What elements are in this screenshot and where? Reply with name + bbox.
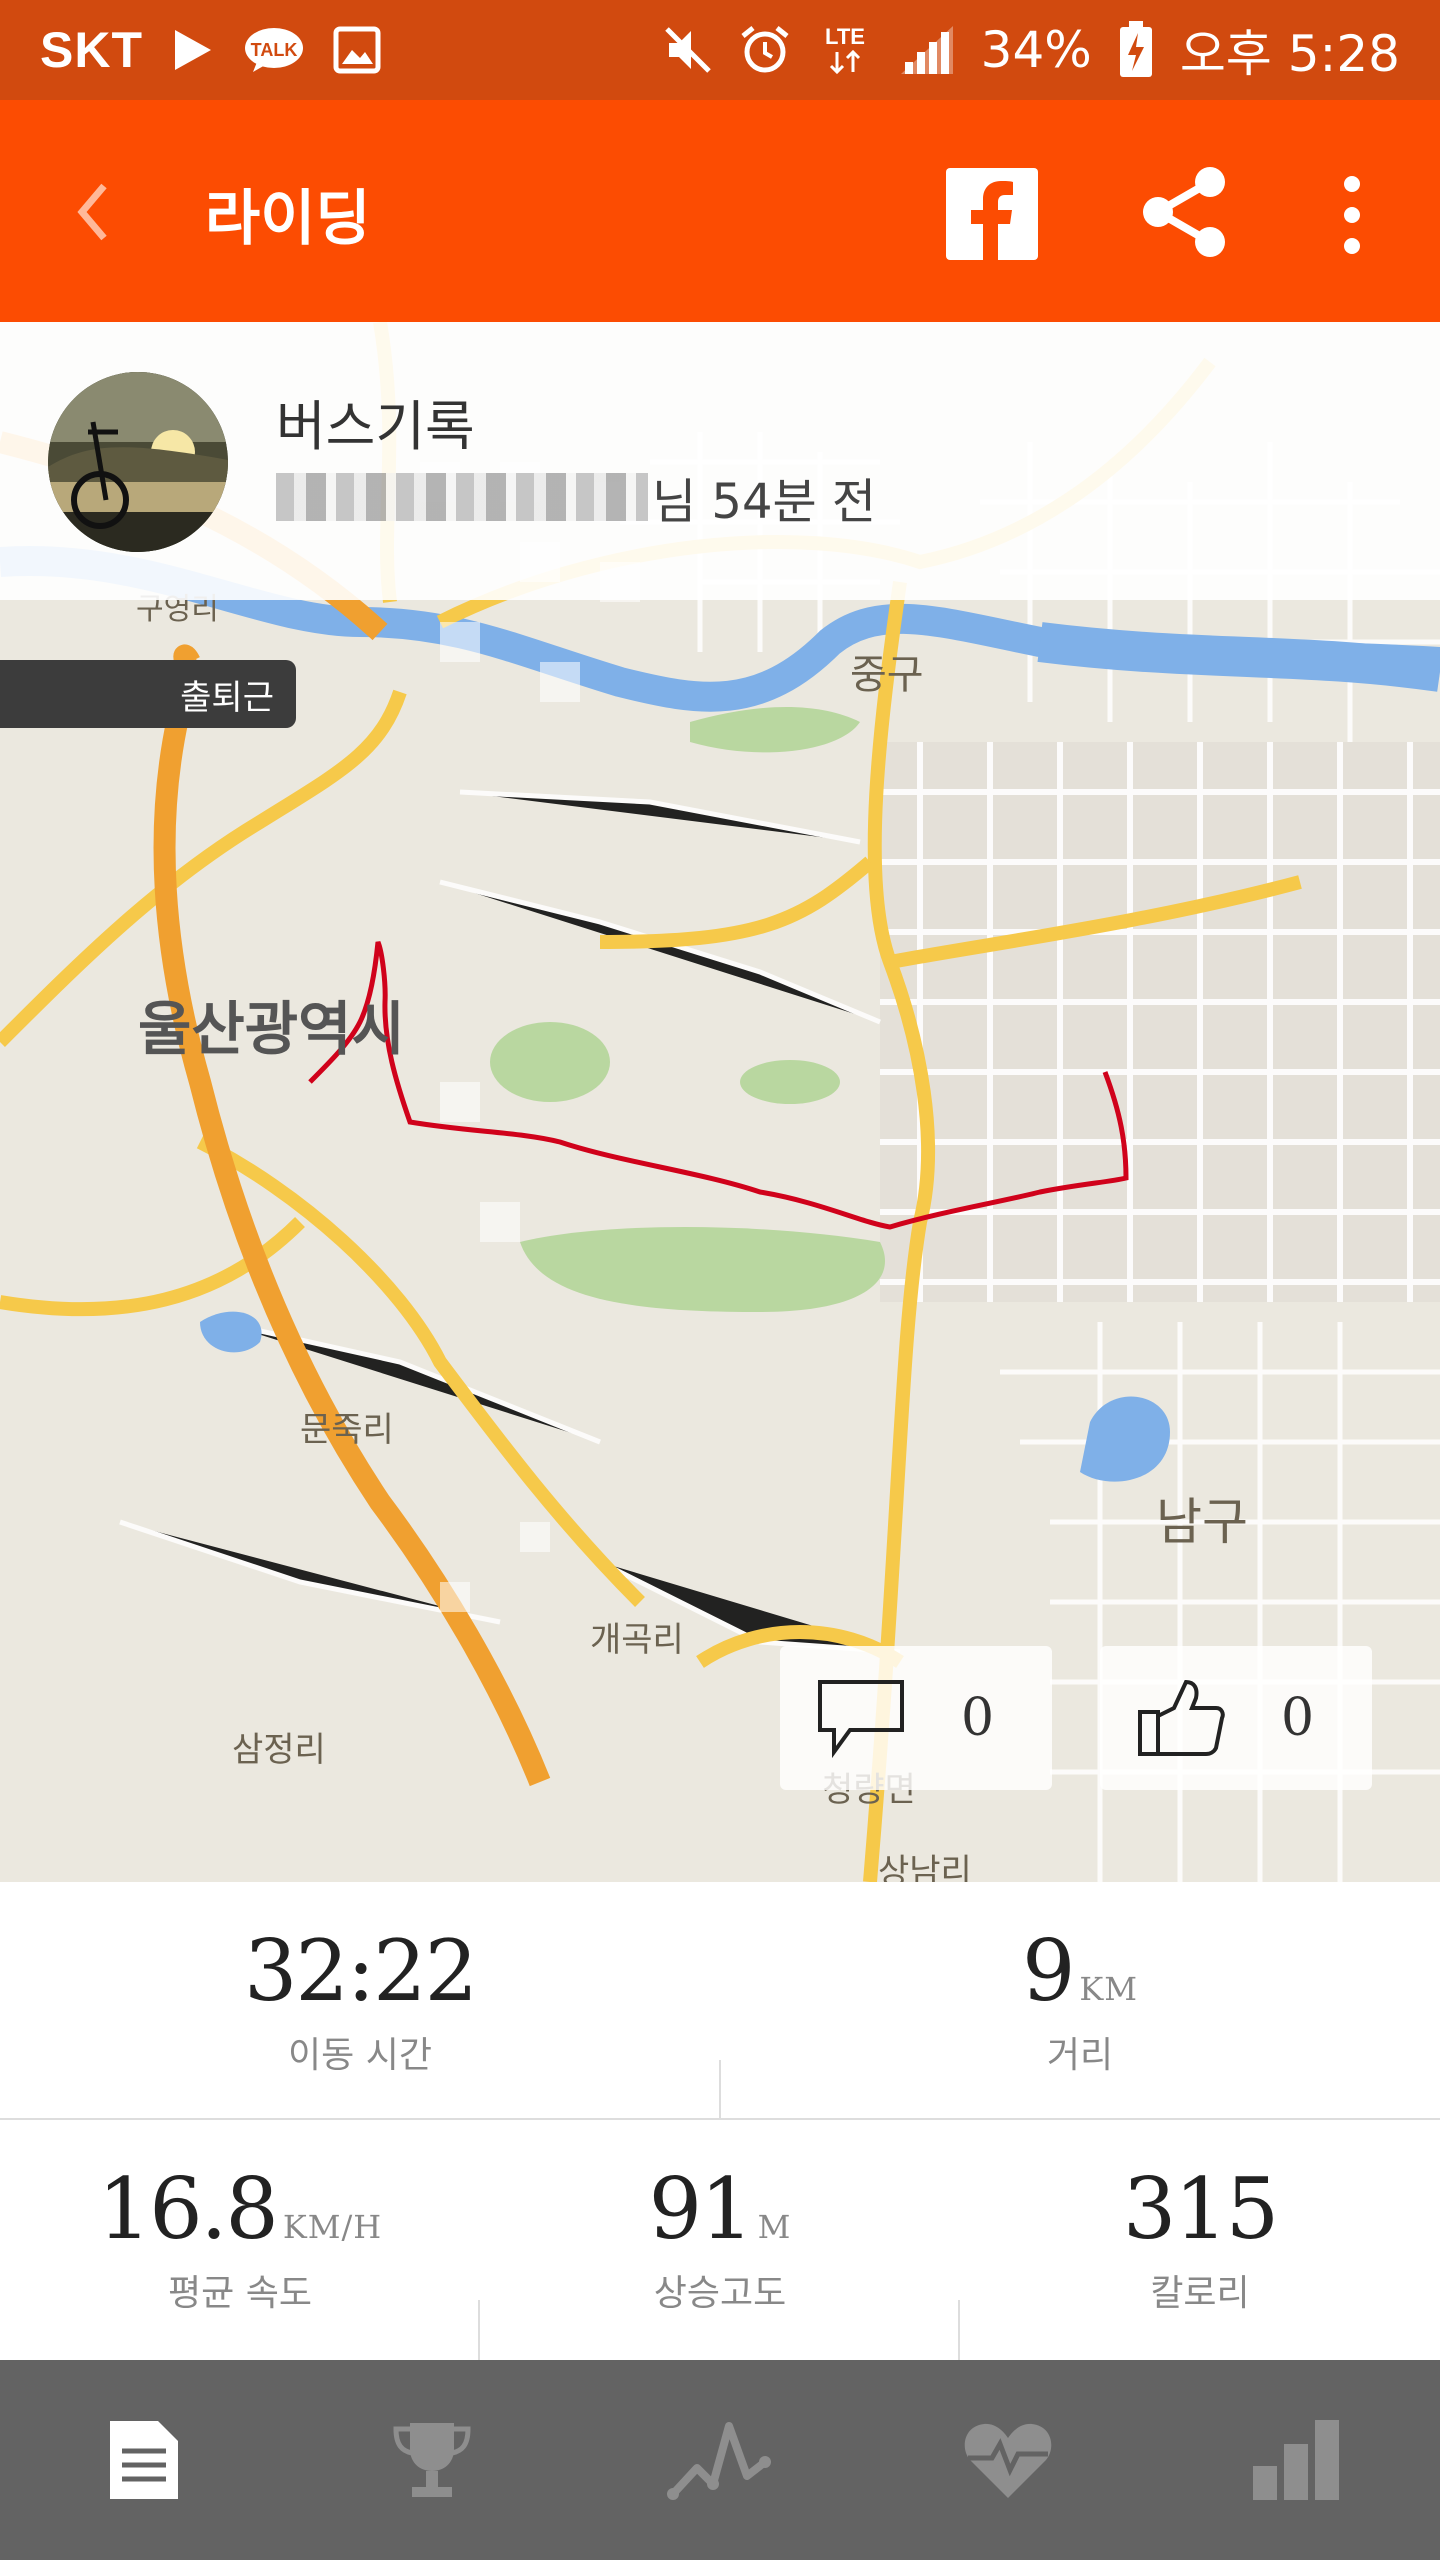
stats-divider (719, 2060, 721, 2118)
talk-text: TALK (251, 40, 298, 60)
comment-count: 0 (961, 1688, 995, 1748)
commute-tag: 출퇴근 (0, 660, 296, 728)
elevation-value: 91 (648, 2160, 754, 2258)
stat-elevation: 91 M 상승고도 (500, 2160, 940, 2316)
calories-value: 315 (1122, 2160, 1279, 2258)
stat-avg-speed: 16.8 KM/H 평균 속도 (20, 2160, 460, 2316)
moving-time-value: 32:22 (243, 1922, 478, 2020)
comment-icon (818, 1680, 904, 1758)
athlete-suffix: 님 54분 전 (652, 474, 877, 530)
gallery-icon (333, 26, 381, 74)
distance-value: 9 (1021, 1922, 1075, 2020)
signal-icon (900, 26, 953, 74)
distance-label: 거리 (1046, 2035, 1114, 2076)
alarm-icon (741, 26, 789, 73)
elevation-label: 상승고도 (653, 2273, 787, 2314)
mute-icon (664, 27, 711, 73)
calories-label: 칼로리 (1150, 2273, 1250, 2314)
stats-panel: 32:22 이동 시간 9 KM 거리 16.8 KM/H 평균 속도 91 M 상승… (0, 1882, 1440, 2360)
avg-speed-unit: KM/H (282, 2208, 383, 2246)
map-label-sangnam: 상남리 (878, 1852, 972, 1882)
status-bar: SKT TALK LTE 34% 오후 5:28 (0, 0, 1440, 100)
lte-text: LTE (825, 24, 865, 49)
thumbs-up-icon (1138, 1679, 1225, 1756)
map-label-samjeong: 삼정리 (232, 1730, 326, 1770)
clock: 오후 5:28 (1179, 25, 1400, 83)
map-label-namgu: 남구 (1156, 1493, 1248, 1551)
map-label-munjuk: 문죽리 (300, 1410, 394, 1450)
kakaotalk-icon: TALK (245, 28, 303, 72)
avatar-image (48, 372, 228, 552)
avg-speed-label: 평균 속도 (168, 2273, 312, 2314)
stats-divider (958, 2300, 960, 2360)
splits-icon (1253, 2420, 1339, 2500)
analysis-icon (667, 2422, 771, 2500)
more-options-button[interactable] (1330, 170, 1374, 260)
comments-button[interactable]: 0 (780, 1646, 1052, 1790)
play-store-icon (175, 30, 211, 70)
moving-time-label: 이동 시간 (288, 2035, 432, 2076)
battery-percent: 34% (980, 21, 1092, 79)
tab-overview[interactable] (0, 2360, 288, 2560)
heart-rate-icon (964, 2423, 1052, 2498)
stat-distance: 9 KM 거리 (840, 1922, 1320, 2078)
kudos-button[interactable]: 0 (1100, 1646, 1372, 1790)
stats-divider (0, 2118, 1440, 2120)
facebook-icon (971, 181, 1013, 260)
facebook-button[interactable] (946, 168, 1038, 260)
more-vert-icon (1344, 176, 1360, 254)
lte-icon: LTE (825, 24, 865, 75)
activity-header: 버스기록 님 54분 전 (0, 322, 1440, 600)
athlete-name-blurred (276, 473, 648, 521)
elevation-unit: M (757, 2208, 792, 2246)
activity-screen: SKT TALK LTE 34% 오후 5:28 라이딩 중구 울산광역시 문죽… (0, 0, 1440, 2560)
stat-moving-time: 32:22 이동 시간 (120, 1922, 600, 2078)
share-button[interactable] (1134, 162, 1234, 262)
commute-tag-label: 출퇴근 (180, 677, 274, 718)
app-bar: 라이딩 (0, 100, 1440, 322)
overview-icon (110, 2421, 178, 2499)
avatar[interactable] (48, 372, 228, 552)
back-icon (77, 183, 107, 241)
carrier-label: SKT (40, 22, 143, 78)
tab-achievements[interactable] (288, 2360, 576, 2560)
tab-heart-rate[interactable] (864, 2360, 1152, 2560)
page-title: 라이딩 (205, 184, 371, 254)
tab-analysis[interactable] (576, 2360, 864, 2560)
trophy-icon (393, 2423, 471, 2497)
athlete-row[interactable]: 님 54분 전 (276, 462, 876, 532)
stat-calories: 315 칼로리 (980, 2160, 1420, 2316)
distance-unit: KM (1079, 1970, 1139, 2008)
bottom-nav (0, 2360, 1440, 2560)
avg-speed-value: 16.8 (97, 2160, 279, 2258)
stats-divider (478, 2300, 480, 2360)
tab-splits[interactable] (1152, 2360, 1440, 2560)
battery-charging-icon (1119, 21, 1152, 77)
map-label-ulsan: 울산광역시 (138, 995, 405, 1063)
activity-name: 버스기록 (276, 395, 475, 458)
map-label-junggu: 중구 (850, 652, 924, 698)
map-label-gaegok: 개곡리 (590, 1620, 684, 1660)
kudos-count: 0 (1281, 1688, 1315, 1748)
share-icon (1143, 167, 1225, 257)
back-button[interactable] (62, 162, 122, 262)
